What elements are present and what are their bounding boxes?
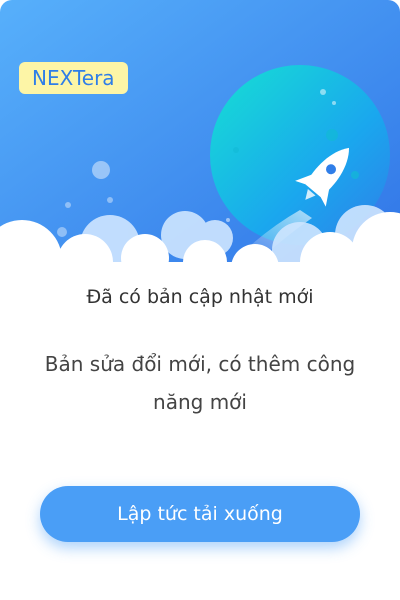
download-now-button[interactable]: Lập tức tải xuống [40, 486, 360, 542]
dialog-description: Bản sửa đổi mới, có thêm công năng mới [44, 352, 356, 414]
hero-banner: NEXTera [0, 0, 400, 290]
update-dialog: NEXTera Đã có bản cập nhật mới Bản sửa đ… [0, 0, 400, 600]
hero-illustration [0, 0, 400, 290]
brand-badge: NEXTera [19, 62, 128, 94]
dialog-title: Đã có bản cập nhật mới [86, 286, 314, 308]
